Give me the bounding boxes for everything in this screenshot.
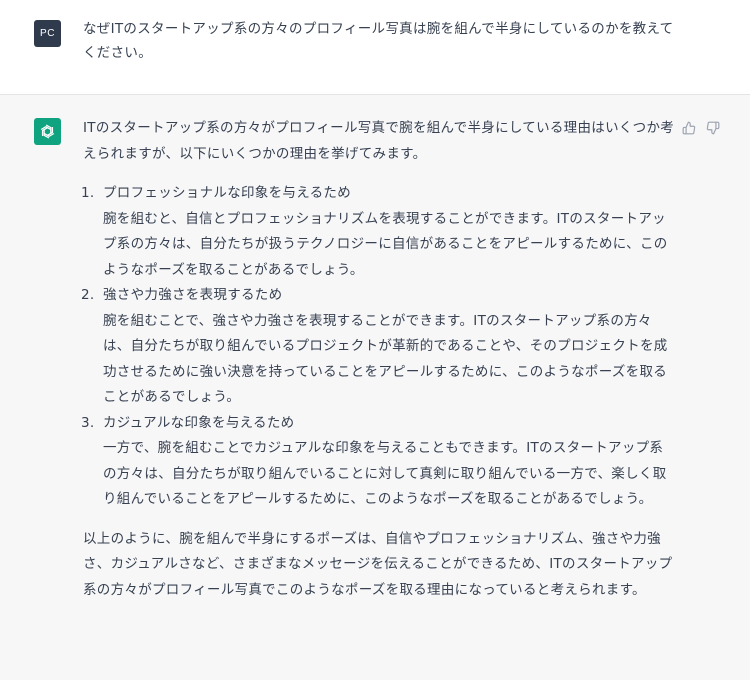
list-item-body: 一方で、腕を組むことでカジュアルな印象を与えることもできます。ITのスタートアッ…	[103, 440, 667, 507]
user-avatar: PC	[34, 20, 61, 47]
user-message-row: PC なぜITのスタートアップ系の方々のプロフィール写真は腕を組んで半身にしてい…	[0, 0, 750, 95]
list-item-number: 2.	[81, 287, 95, 303]
assistant-intro-text: ITのスタートアップ系の方々がプロフィール写真で腕を組んで半身にしている理由はい…	[83, 120, 675, 162]
list-item: 2. 強さや力強さを表現するため 腕を組むことで、強さや力強さを表現することがで…	[81, 283, 675, 411]
list-item-title: 強さや力強さを表現するため	[103, 287, 283, 303]
list-item-number: 1.	[81, 185, 95, 201]
list-item: 3. カジュアルな印象を与えるため 一方で、腕を組むことでカジュアルな印象を与え…	[81, 411, 675, 513]
assistant-message-row: ITのスタートアップ系の方々がプロフィール写真で腕を組んで半身にしている理由はい…	[0, 95, 750, 680]
list-item-title: プロフェッショナルな印象を与えるため	[103, 185, 351, 201]
list-item-body: 腕を組むと、自信とプロフェッショナリズムを表現することができます。ITのスタート…	[103, 210, 668, 278]
reason-list: 1. プロフェッショナルな印象を与えるため 腕を組むと、自信とプロフェッショナリ…	[81, 181, 675, 513]
list-item-number: 3.	[81, 414, 95, 431]
list-item-title: カジュアルな印象を与えるため	[103, 414, 295, 431]
list-item-body: 腕を組むことで、強さや力強さを表現することができます。ITのスタートアップ系の方…	[103, 312, 668, 406]
assistant-message-content: ITのスタートアップ系の方々がプロフィール写真で腕を組んで半身にしている理由はい…	[81, 116, 675, 603]
openai-logo-icon	[40, 124, 55, 139]
thumbs-up-icon[interactable]	[682, 121, 696, 135]
assistant-avatar	[34, 118, 61, 145]
user-message-text: なぜITのスタートアップ系の方々のプロフィール写真は腕を組んで半身にしているのか…	[83, 21, 674, 61]
list-item: 1. プロフェッショナルな印象を与えるため 腕を組むと、自信とプロフェッショナリ…	[81, 181, 675, 283]
assistant-outro-text: 以上のように、腕を組んで半身にするポーズは、自信やプロフェッショナリズム、強さや…	[83, 530, 673, 598]
thumbs-down-icon[interactable]	[706, 121, 720, 135]
